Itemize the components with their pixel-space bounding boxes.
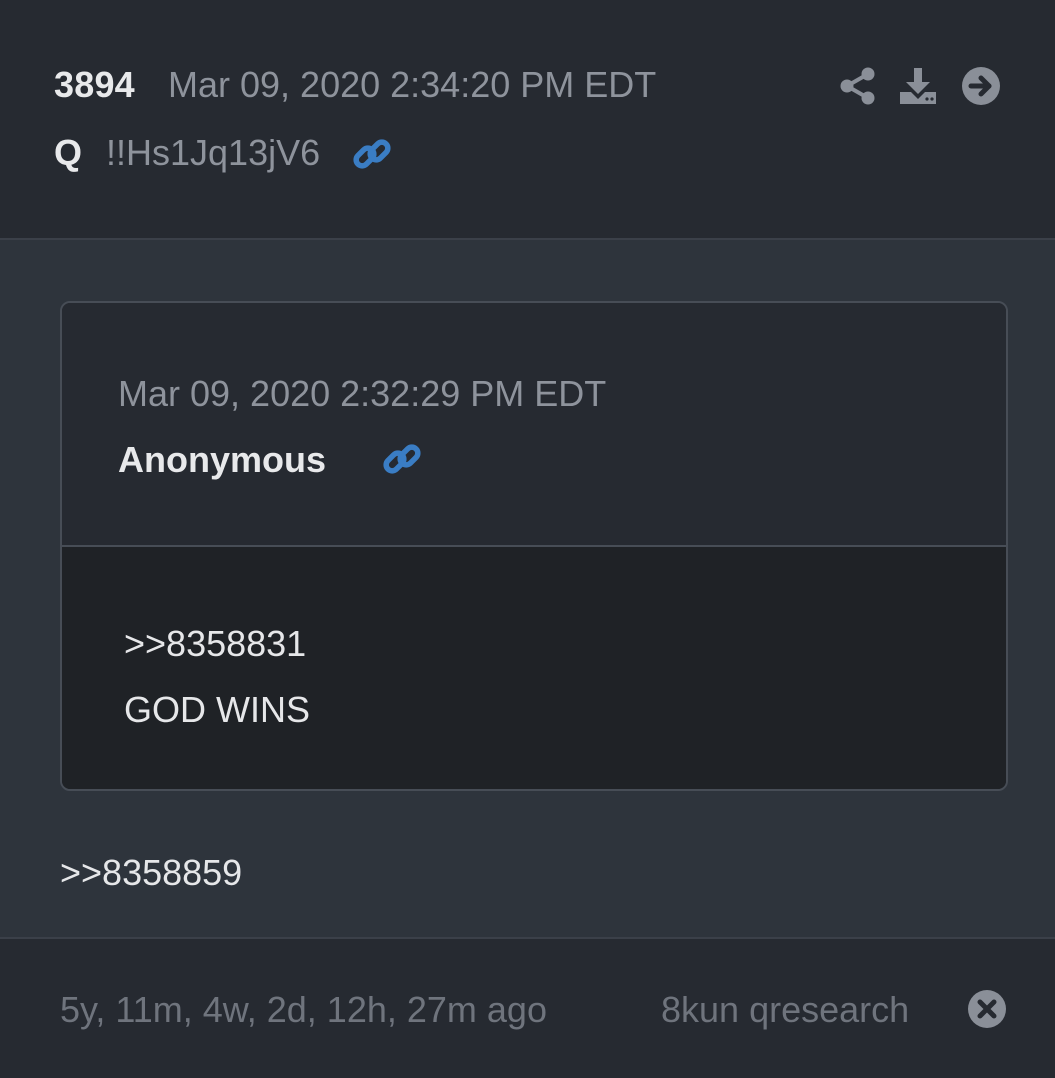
share-icon[interactable] [838, 66, 878, 106]
post-tripcode: !!Hs1Jq13jV6 [106, 132, 321, 173]
post-card: 3894 Mar 09, 2020 2:34:20 PM EDT Q !!Hs1… [0, 0, 1055, 1078]
download-icon[interactable] [898, 66, 938, 106]
post-author: Q [54, 132, 83, 173]
link-icon[interactable] [382, 439, 422, 479]
arrow-right-circle-icon[interactable] [961, 66, 1001, 106]
quoted-post-author: Anonymous [118, 439, 327, 480]
quoted-post-header: Mar 09, 2020 2:32:29 PM EDT Anonymous [62, 303, 1006, 547]
reply-reference[interactable]: >>8358859 [60, 852, 242, 894]
post-header: 3894 Mar 09, 2020 2:34:20 PM EDT Q !!Hs1… [0, 0, 1055, 240]
quoted-post-content: >>8358831 GOD WINS [62, 547, 1006, 789]
link-icon[interactable] [352, 134, 392, 174]
post-date: Mar 09, 2020 2:34:20 PM EDT [168, 64, 657, 105]
quoted-post-text: GOD WINS [124, 689, 310, 730]
post-footer: 5y, 11m, 4w, 2d, 12h, 27m ago 8kun qrese… [0, 939, 1055, 1078]
source-label: 8kun qresearch [661, 989, 910, 1030]
quoted-post: Mar 09, 2020 2:32:29 PM EDT Anonymous >>… [60, 301, 1008, 791]
relative-time: 5y, 11m, 4w, 2d, 12h, 27m ago [60, 989, 547, 1030]
quoted-post-date: Mar 09, 2020 2:32:29 PM EDT [118, 373, 607, 414]
close-circle-icon[interactable] [967, 989, 1007, 1029]
quoted-post-reference[interactable]: >>8358831 [124, 623, 306, 665]
post-number: 3894 [54, 64, 135, 105]
post-body: Mar 09, 2020 2:32:29 PM EDT Anonymous >>… [0, 240, 1055, 939]
